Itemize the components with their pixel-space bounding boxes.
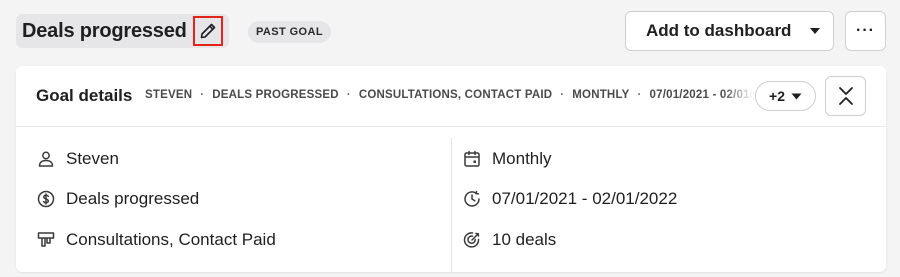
crumb-separator: · [637, 89, 642, 101]
frequency-value: Monthly [492, 149, 552, 168]
detail-period: 07/01/2021 - 02/01/2022 [462, 187, 677, 211]
detail-owner: Steven [36, 147, 119, 171]
edit-title-button[interactable] [192, 16, 223, 46]
clock-icon [462, 189, 482, 209]
crumb-separator: · [346, 89, 351, 101]
period-value: 07/01/2021 - 02/01/2022 [492, 189, 678, 208]
crumb-stages: CONSULTATIONS, CONTACT PAID [358, 89, 553, 101]
goal-type-value: Deals progressed [66, 189, 200, 208]
goal-details-card: Goal details STEVEN · DEALS PROGRESSED · CON… [16, 66, 886, 272]
card-title: Goal details [36, 86, 133, 105]
goal-summary-breadcrumb: STEVEN · DEALS PROGRESSED · CONSULTATIONS, C… [145, 89, 753, 105]
detail-frequency: Monthly [462, 147, 552, 171]
title-group: Deals progressed [16, 14, 229, 48]
card-header: Goal details STEVEN · DEALS PROGRESSED · CON… [16, 66, 886, 127]
pencil-icon [199, 22, 217, 40]
collapse-button[interactable] [825, 76, 866, 116]
column-divider [451, 138, 452, 272]
more-filters-pill[interactable]: +2 [755, 81, 816, 111]
more-count: +2 [769, 88, 785, 104]
detail-target: 10 deals [462, 228, 556, 252]
stages-value: Consultations, Contact Paid [66, 230, 276, 249]
dollar-circle-icon [36, 189, 56, 209]
person-icon [36, 149, 56, 169]
caret-down-icon [809, 27, 821, 35]
target-value: 10 deals [492, 230, 557, 249]
collapse-icon [837, 86, 855, 106]
detail-goal-type: Deals progressed [36, 187, 199, 211]
detail-stages: Consultations, Contact Paid [36, 228, 276, 252]
crumb-separator: · [560, 89, 565, 101]
add-to-dashboard-label: Add to dashboard [646, 21, 792, 40]
crumb-separator: · [200, 89, 205, 101]
ellipsis-icon: ··· [856, 22, 875, 39]
status-badge: PAST GOAL [248, 21, 331, 43]
owner-value: Steven [66, 149, 119, 168]
crumb-period: 07/01/2021 - 02/01/2022 [649, 89, 753, 101]
add-to-dashboard-button[interactable]: Add to dashboard [625, 11, 834, 51]
caret-down-icon [791, 93, 802, 100]
calendar-icon [462, 149, 482, 169]
crumb-type: DEALS PROGRESSED [212, 89, 339, 101]
page-title: Deals progressed [22, 19, 187, 42]
pipeline-icon [36, 230, 56, 250]
target-icon [462, 230, 482, 250]
crumb-owner: STEVEN [145, 89, 193, 101]
more-options-button[interactable]: ··· [845, 11, 886, 51]
crumb-frequency: MONTHLY [572, 89, 630, 101]
